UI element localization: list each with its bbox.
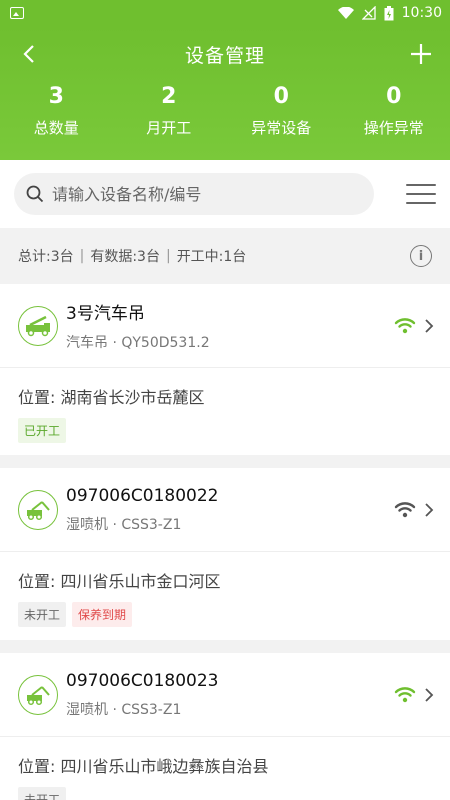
info-icon[interactable]: i	[410, 245, 432, 267]
menu-line	[406, 202, 436, 204]
device-location: 位置: 湖南省长沙市岳麓区	[18, 388, 205, 407]
search-icon	[26, 185, 44, 203]
chevron-left-icon	[23, 45, 34, 63]
maintenance-tag: 保养到期	[72, 602, 133, 627]
gallery-notification-icon	[10, 7, 24, 19]
device-card[interactable]: 097006C0180022 湿喷机 · CSS3-Z1 位置: 四川省乐山市金…	[0, 468, 450, 640]
search-input[interactable]	[52, 184, 352, 204]
spraying-machine-icon	[18, 489, 58, 530]
wifi-signal-icon	[394, 317, 416, 333]
stat-label: 操作异常	[363, 119, 424, 137]
status-bar: 10:30	[0, 0, 450, 26]
wifi-status-icon	[337, 6, 354, 19]
device-location: 位置: 四川省乐山市金口河区	[18, 572, 221, 591]
stat-value: 2	[161, 84, 177, 109]
filter-menu-button[interactable]	[406, 179, 436, 209]
stat-total[interactable]: 3 总数量	[0, 82, 113, 160]
device-model: 湿喷机 · CSS3-Z1	[66, 516, 182, 533]
summary-total: 总计:3台	[18, 249, 74, 265]
wifi-signal-icon	[394, 501, 416, 517]
device-model: 汽车吊 · QY50D531.2	[66, 335, 210, 351]
summary-with-data: 有数据:3台	[90, 249, 160, 265]
stats-bar: 3 总数量 2 月开工 0 异常设备 0 操作异常	[0, 82, 450, 160]
spraying-machine-icon	[18, 674, 58, 715]
stat-abnormal-devices[interactable]: 0 异常设备	[225, 82, 338, 160]
status-tag: 已开工	[18, 418, 67, 443]
wifi-signal-icon	[394, 686, 416, 702]
chevron-right-icon	[425, 318, 434, 333]
stat-value: 0	[273, 84, 289, 109]
crane-truck-icon	[18, 305, 58, 346]
search-row	[0, 160, 450, 228]
add-device-button[interactable]	[406, 39, 436, 69]
stat-value: 0	[386, 84, 402, 109]
page-title: 设备管理	[184, 44, 265, 67]
search-box[interactable]	[14, 173, 374, 215]
stat-operation-errors[interactable]: 0 操作异常	[338, 82, 450, 160]
separator: |	[79, 248, 85, 264]
device-name: 097006C0180023	[66, 670, 219, 691]
menu-line	[406, 193, 436, 195]
device-name: 3号汽车吊	[66, 304, 145, 324]
device-model: 湿喷机 · CSS3-Z1	[66, 701, 182, 718]
stat-value: 3	[48, 84, 64, 109]
summary-bar: 总计:3台 | 有数据:3台 | 开工中:1台 i	[0, 228, 450, 284]
stat-label: 总数量	[33, 119, 79, 137]
status-tag: 未开工	[18, 787, 67, 800]
plus-icon	[410, 44, 431, 64]
stat-monthly-working[interactable]: 2 月开工	[113, 82, 226, 160]
clock: 10:30	[401, 5, 442, 21]
stat-label: 月开工	[146, 119, 192, 137]
stat-label: 异常设备	[251, 119, 312, 137]
chevron-right-icon	[425, 687, 434, 702]
device-card[interactable]: 3号汽车吊 汽车吊 · QY50D531.2 位置: 湖南省长沙市岳麓区 已开工	[0, 284, 450, 455]
separator: |	[165, 248, 171, 264]
device-location: 位置: 四川省乐山市峨边彝族自治县	[18, 757, 269, 776]
device-card[interactable]: 097006C0180023 湿喷机 · CSS3-Z1 位置: 四川省乐山市峨…	[0, 653, 450, 800]
menu-line	[406, 184, 436, 186]
signal-status-icon	[361, 6, 376, 20]
summary-working: 开工中:1台	[176, 249, 247, 265]
back-button[interactable]	[14, 39, 44, 69]
device-name: 097006C0180022	[66, 485, 219, 506]
chevron-right-icon	[425, 502, 434, 517]
battery-icon	[384, 5, 394, 20]
status-tag: 未开工	[18, 602, 67, 627]
header: 设备管理 3 总数量 2 月开工 0 异常设备 0 操作异常	[0, 26, 450, 160]
